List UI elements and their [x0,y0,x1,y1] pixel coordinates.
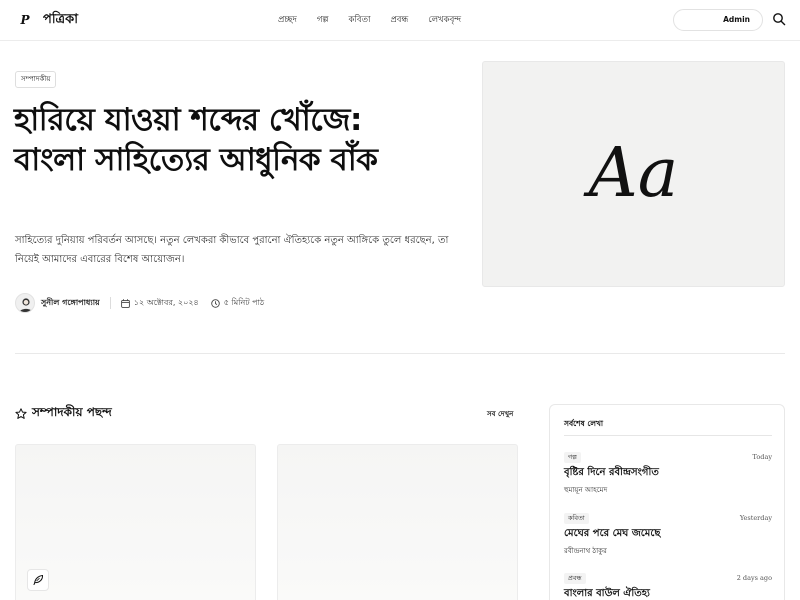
latest-posts-panel: সর্বশেষ লেখা গল্প Today বৃষ্টির দিনে রবী… [549,404,785,600]
search-icon[interactable] [772,11,786,26]
calendar-icon [120,298,130,308]
nav-item-writers[interactable]: লেখকবৃন্দ [428,13,461,27]
latest-posts-title: সর্বশেষ লেখা [564,419,604,428]
top-header: P পত্রিকা প্রচ্ছদ গল্প কবিতা প্রবন্ধ লেখ… [0,0,800,41]
article-title-line-1: হারিয়ে যাওয়া শব্দের খোঁজে: [14,102,362,138]
nav-item-poems[interactable]: কবিতা [349,13,371,27]
latest-item-time: 2 days ago [736,574,772,582]
latest-item-title[interactable]: বাংলার বাউল ঐতিহ্য [564,587,650,600]
article-title-line-2: বাংলা সাহিত্যের আধুনিক বাঁক [14,142,378,178]
nav-item-home[interactable]: প্রচ্ছদ [278,13,297,27]
latest-item-title[interactable]: মেঘের পরে মেঘ জমেছে [564,527,660,541]
editors-pick-heading: সম্পাদকীয় পছন্দ [15,404,112,424]
admin-label: Admin [723,15,750,24]
cover-typography: Aa [588,134,679,213]
pick-card[interactable] [15,444,256,600]
publish-date: ১২ অক্টোবর, ২০২৪ [120,297,199,310]
meta-divider [109,297,111,309]
nav-item-essays[interactable]: প্রবন্ধ [390,13,408,27]
latest-item-time: Yesterday [739,514,772,522]
publish-date-text: ১২ অক্টোবর, ২০২৪ [133,297,199,307]
nav-item-stories[interactable]: গল্প [317,13,329,27]
author-avatar[interactable] [15,293,35,313]
latest-item-author: রবীন্দ্রনাথ ঠাকুর [564,547,607,555]
latest-item-tag[interactable]: কবিতা [564,513,589,524]
pick-card[interactable] [277,444,518,600]
latest-item-author: হুমায়ূন আহমেদ [564,486,608,494]
latest-item-tag[interactable]: গল্প [564,452,581,463]
see-all-link[interactable]: সব দেখুন [487,408,513,420]
latest-item-tag[interactable]: প্রবন্ধ [564,573,586,584]
latest-item-time: Today [752,453,772,461]
logo-icon[interactable]: P [16,11,34,29]
read-time-text: ৫ মিনিট পাঠ [223,297,265,307]
latest-divider [564,435,772,436]
feather-icon [33,575,44,585]
latest-item-title[interactable]: বৃষ্টির দিনে রবীন্দ্রসংগীত [564,466,659,480]
feather-badge [27,569,49,591]
article-meta: সুনীল গঙ্গোপাধ্যায় ১২ অক্টোবর, ২০২৪ ৫ ম… [15,292,264,314]
clock-icon [210,298,220,308]
read-time: ৫ মিনিট পাঠ [210,297,265,310]
star-icon [15,408,27,419]
editors-pick-title: সম্পাদকীয় পছন্দ [32,405,112,419]
category-badge[interactable]: সম্পাদকীয় [15,71,57,88]
article-title[interactable]: হারিয়ে যাওয়া শব্দের খোঁজে: বাংলা সাহিত… [14,100,474,180]
admin-button[interactable]: Admin [673,9,763,31]
article-cover-image[interactable]: Aa [482,61,785,287]
main-nav: প্রচ্ছদ গল্প কবিতা প্রবন্ধ লেখকবৃন্দ [278,13,461,27]
section-divider [15,353,785,354]
author-name[interactable]: সুনীল গঙ্গোপাধ্যায় [41,297,100,310]
article-summary: সাহিত্যের দুনিয়ায় পরিবর্তন আসছে। নতুন … [15,235,449,265]
site-logo-text[interactable]: পত্রিকা [43,11,78,29]
